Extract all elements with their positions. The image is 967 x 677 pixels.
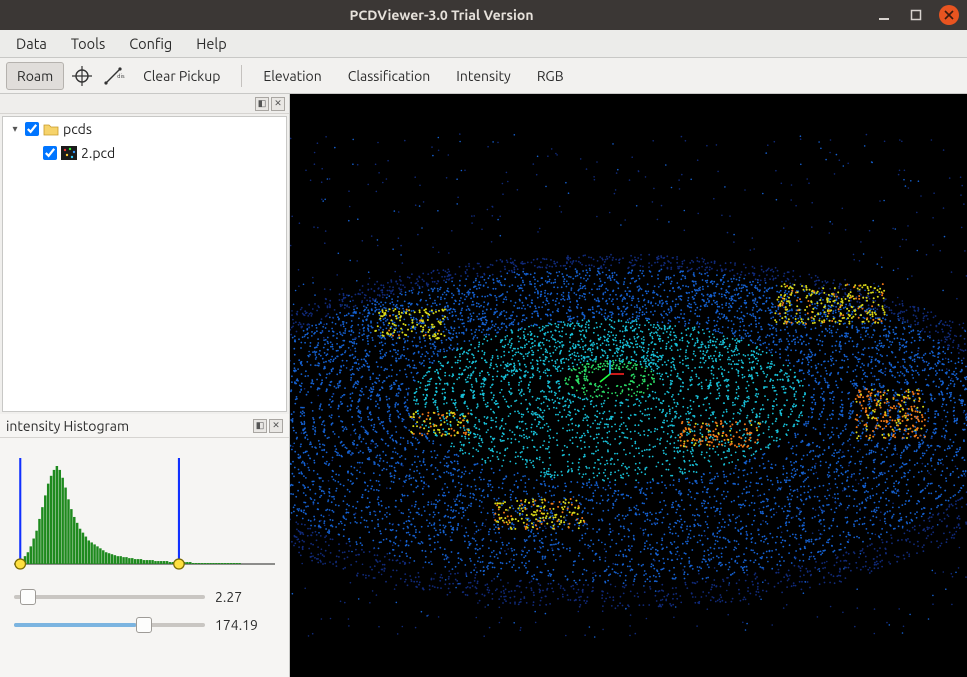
folder-icon <box>43 121 59 137</box>
rgb-button[interactable]: RGB <box>526 62 575 90</box>
max-slider-row: 174.19 <box>14 616 275 634</box>
tree-root-label: pcds <box>63 121 92 137</box>
menu-data[interactable]: Data <box>6 31 57 56</box>
tree-child-row[interactable]: 2.pcd <box>3 141 286 165</box>
expand-arrow-icon[interactable]: ▾ <box>9 123 21 135</box>
tree-child-checkbox[interactable] <box>43 146 57 160</box>
max-slider-value: 174.19 <box>215 617 275 633</box>
pointcloud-viewport[interactable] <box>290 94 967 677</box>
slider-track <box>14 595 205 599</box>
pointcloud-file-icon <box>61 145 77 161</box>
histogram-close-button[interactable]: ✕ <box>269 419 283 433</box>
menu-help[interactable]: Help <box>186 31 236 56</box>
roam-button[interactable]: Roam <box>6 62 64 90</box>
main-area: ◧ ✕ ▾ pcds 2.pcd <box>0 94 967 677</box>
layers-tree[interactable]: ▾ pcds 2.pcd <box>2 116 287 412</box>
menu-tools[interactable]: Tools <box>61 31 115 56</box>
max-slider-thumb[interactable] <box>136 617 152 633</box>
tree-root-row[interactable]: ▾ pcds <box>3 117 286 141</box>
clear-pickup-label: Clear Pickup <box>143 68 220 84</box>
min-slider-thumb[interactable] <box>20 589 36 605</box>
min-slider-row: 2.27 <box>14 588 275 606</box>
measure-distance-button[interactable]: dist <box>100 62 128 90</box>
menubar: Data Tools Config Help <box>0 30 967 58</box>
close-button[interactable] <box>939 5 959 25</box>
layers-panel: ◧ ✕ ▾ pcds 2.pcd <box>0 94 289 414</box>
clear-pickup-button[interactable]: Clear Pickup <box>132 62 231 90</box>
rgb-label: RGB <box>537 68 564 84</box>
crosshair-icon <box>72 66 92 86</box>
measure-icon: dist <box>103 66 125 86</box>
histogram-panel-header: intensity Histogram ◧ ✕ <box>0 414 289 438</box>
histogram-undock-button[interactable]: ◧ <box>253 419 267 433</box>
toolbar: Roam dist Clear Pickup Elevation Classif… <box>0 58 967 94</box>
histogram-panel: intensity Histogram ◧ ✕ 2.27 <box>0 414 289 677</box>
pick-point-button[interactable] <box>68 62 96 90</box>
panel-close-button[interactable]: ✕ <box>271 97 285 111</box>
max-slider[interactable] <box>14 616 205 634</box>
maximize-button[interactable] <box>907 6 925 24</box>
minimize-button[interactable] <box>875 6 893 24</box>
tree-child-label: 2.pcd <box>81 145 115 161</box>
intensity-label: Intensity <box>456 68 511 84</box>
histogram-chart[interactable] <box>14 448 275 578</box>
classification-button[interactable]: Classification <box>337 62 442 90</box>
window-titlebar: PCDViewer-3.0 Trial Version <box>0 0 967 30</box>
svg-text:dist: dist <box>117 73 125 80</box>
window-controls <box>875 5 959 25</box>
toolbar-separator <box>241 65 242 87</box>
layers-panel-header: ◧ ✕ <box>0 94 289 114</box>
sidebar: ◧ ✕ ▾ pcds 2.pcd <box>0 94 290 677</box>
min-slider-value: 2.27 <box>215 589 275 605</box>
classification-label: Classification <box>348 68 431 84</box>
elevation-button[interactable]: Elevation <box>252 62 332 90</box>
histogram-title: intensity Histogram <box>6 418 129 434</box>
elevation-label: Elevation <box>263 68 321 84</box>
panel-undock-button[interactable]: ◧ <box>255 97 269 111</box>
window-title: PCDViewer-3.0 Trial Version <box>8 7 875 23</box>
tree-root-checkbox[interactable] <box>25 122 39 136</box>
slider-fill <box>14 623 136 627</box>
menu-config[interactable]: Config <box>119 31 182 56</box>
histogram-body: 2.27 174.19 <box>0 438 289 677</box>
min-slider[interactable] <box>14 588 205 606</box>
roam-label: Roam <box>17 68 53 84</box>
intensity-button[interactable]: Intensity <box>445 62 522 90</box>
